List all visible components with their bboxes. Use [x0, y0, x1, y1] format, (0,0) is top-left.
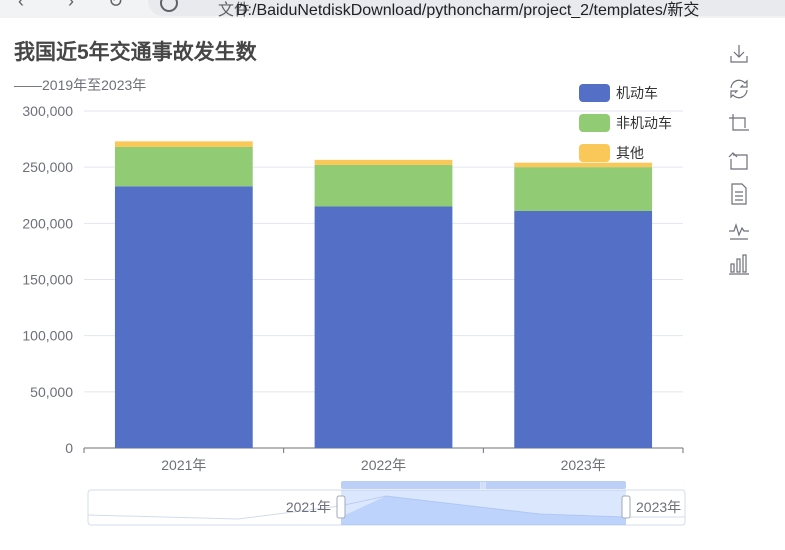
- datazoom-end-handle[interactable]: [621, 495, 631, 519]
- legend-label: 其他: [616, 145, 644, 161]
- bar-非机动车[interactable]: [114, 146, 253, 187]
- y-tick-label: 200,000: [22, 215, 73, 231]
- bar-非机动车[interactable]: [514, 167, 653, 211]
- legend-item[interactable]: 其他: [579, 138, 672, 168]
- legend-swatch: [579, 144, 610, 162]
- legend-item[interactable]: 机动车: [579, 78, 672, 108]
- legend-item[interactable]: 非机动车: [579, 108, 672, 138]
- legend-label: 机动车: [616, 85, 658, 101]
- bar-机动车[interactable]: [514, 210, 653, 448]
- bar-其他[interactable]: [314, 159, 453, 165]
- refresh-icon[interactable]: [727, 77, 751, 101]
- data-view-icon[interactable]: [727, 182, 751, 206]
- bar-其他[interactable]: [114, 141, 253, 147]
- bar-机动车[interactable]: [114, 186, 253, 448]
- datazoom-end-label: 2023年: [636, 499, 681, 515]
- datazoom-start-handle[interactable]: [336, 495, 346, 519]
- x-tick-label: 2022年: [361, 457, 406, 473]
- legend-label: 非机动车: [616, 115, 672, 131]
- x-tick-label: 2023年: [561, 457, 606, 473]
- bar-非机动车[interactable]: [314, 164, 453, 207]
- x-tick-label: 2021年: [161, 457, 206, 473]
- datazoom-grip-icon: |||: [480, 481, 486, 490]
- download-icon[interactable]: [727, 42, 751, 66]
- legend-swatch: [579, 84, 610, 102]
- chart-toolbox: [727, 42, 751, 287]
- zoom-icon[interactable]: [727, 112, 751, 136]
- y-tick-label: 0: [65, 440, 73, 456]
- datazoom-start-label: 2021年: [286, 499, 331, 515]
- bar-机动车[interactable]: [314, 206, 453, 448]
- y-tick-label: 300,000: [22, 103, 73, 119]
- line-chart-icon[interactable]: [727, 217, 751, 241]
- y-tick-label: 150,000: [22, 272, 73, 288]
- y-tick-label: 100,000: [22, 328, 73, 344]
- chart-legend: 机动车 非机动车 其他: [579, 78, 672, 168]
- legend-swatch: [579, 114, 610, 132]
- y-tick-label: 50,000: [30, 384, 73, 400]
- y-tick-label: 250,000: [22, 159, 73, 175]
- bar-chart-icon[interactable]: [727, 252, 751, 276]
- zoom-reset-icon[interactable]: [727, 147, 751, 171]
